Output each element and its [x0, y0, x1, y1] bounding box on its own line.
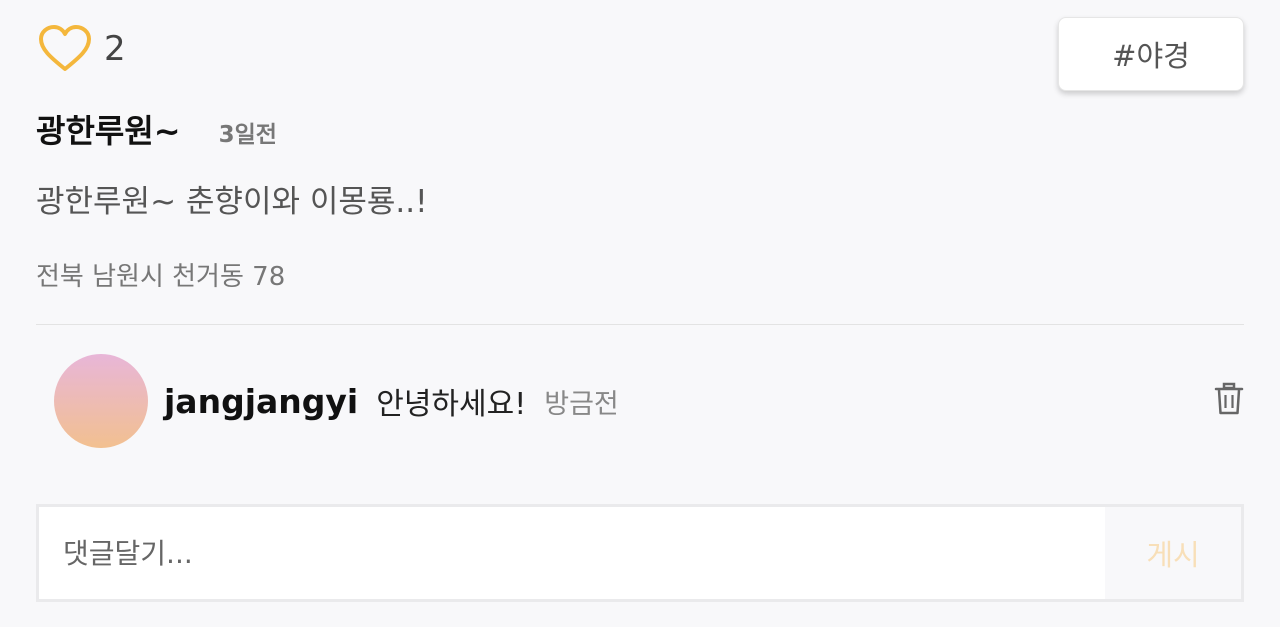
- post-comment-button[interactable]: 게시: [1105, 507, 1241, 599]
- post-title: 광한루원~: [36, 112, 181, 150]
- divider: [36, 324, 1244, 325]
- post-body: 광한루원~ 춘향이와 이몽룡..!: [36, 184, 428, 220]
- comment-time: 방금전: [544, 388, 619, 420]
- tag-button[interactable]: #야경: [1058, 17, 1244, 91]
- comment-form: 게시: [36, 504, 1244, 602]
- trash-icon[interactable]: [1214, 382, 1244, 416]
- comment-item: jangjangyi 안녕하세요! 방금전: [54, 354, 1244, 448]
- comment-input[interactable]: [39, 507, 1105, 599]
- comment-text: 안녕하세요!: [376, 387, 527, 422]
- comment-username[interactable]: jangjangyi: [164, 382, 358, 421]
- avatar[interactable]: [54, 354, 148, 448]
- post-location: 전북 남원시 천거동 78: [36, 262, 286, 292]
- like-section: 2: [38, 22, 126, 76]
- like-count: 2: [104, 29, 126, 69]
- heart-icon[interactable]: [38, 24, 92, 74]
- post-header: 광한루원~ 3일전: [36, 106, 277, 152]
- post-detail: 2 #야경 광한루원~ 3일전 광한루원~ 춘향이와 이몽룡..! 전북 남원시…: [0, 0, 1280, 627]
- post-time: 3일전: [218, 122, 277, 148]
